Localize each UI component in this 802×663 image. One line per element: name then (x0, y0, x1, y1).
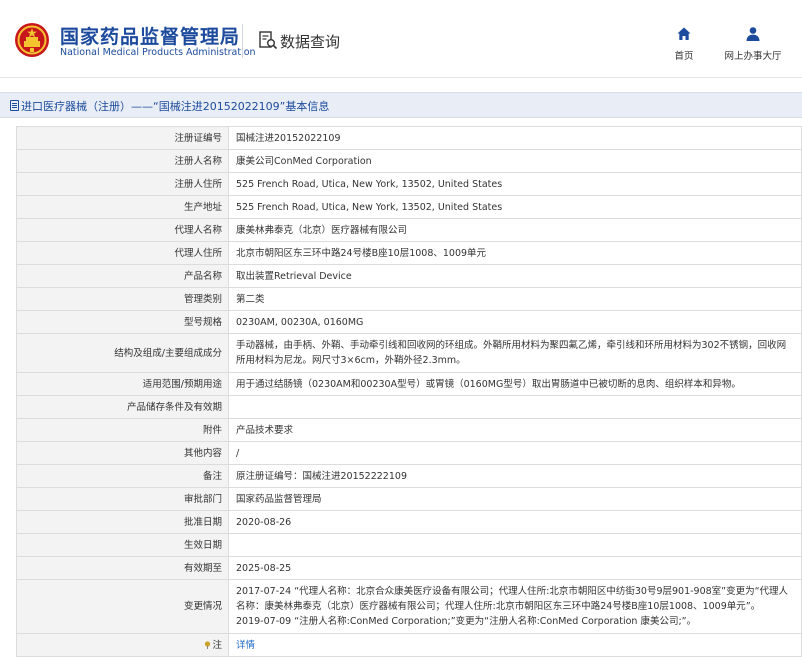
field-label: 变更情况 (16, 579, 229, 634)
field-label: 注册人住所 (16, 172, 229, 196)
field-label: 注册证编号 (16, 126, 229, 150)
table-row: 注 详情 (16, 633, 802, 657)
pin-icon (205, 640, 211, 649)
note-value: 详情 (228, 633, 802, 657)
field-value (228, 533, 802, 557)
field-label: 有效期至 (16, 556, 229, 580)
field-value: 2017-07-24 “代理人名称：北京合众康美医疗设备有限公司；代理人住所:北… (228, 579, 802, 634)
field-label: 生产地址 (16, 195, 229, 219)
nav-home-link[interactable]: 首页 (666, 26, 702, 62)
field-label: 批准日期 (16, 510, 229, 534)
table-row: 适用范围/预期用途 用于通过结肠镜（0230AM和00230A型号）或胃镜（01… (16, 372, 802, 396)
field-label: 结构及组成/主要组成成分 (16, 333, 229, 373)
field-label: 其他内容 (16, 441, 229, 465)
nav-online-office-label: 网上办事大厅 (724, 51, 782, 62)
table-row: 变更情况 2017-07-24 “代理人名称：北京合众康美医疗设备有限公司；代理… (16, 579, 802, 634)
field-label: 管理类别 (16, 287, 229, 311)
field-value: 产品技术要求 (228, 418, 802, 442)
table-row: 注册证编号 国械注进20152022109 (16, 126, 802, 150)
field-value: 第二类 (228, 287, 802, 311)
table-row: 生效日期 (16, 533, 802, 557)
record-title-text: 进口医疗器械（注册）——“国械注进20152022109”基本信息 (21, 100, 330, 113)
table-row: 附件 产品技术要求 (16, 418, 802, 442)
table-row: 产品储存条件及有效期 (16, 395, 802, 419)
field-value: 取出装置Retrieval Device (228, 264, 802, 288)
header-divider (242, 24, 243, 58)
field-value: 用于通过结肠镜（0230AM和00230A型号）或胃镜（0160MG型号）取出胃… (228, 372, 802, 396)
site-header: 国家药品监督管理局 National Medical Products Admi… (0, 0, 802, 78)
table-row: 注册人住所 525 French Road, Utica, New York, … (16, 172, 802, 196)
field-value: 国家药品监督管理局 (228, 487, 802, 511)
field-value: 2020-08-26 (228, 510, 802, 534)
field-label: 代理人住所 (16, 241, 229, 265)
document-icon (10, 100, 19, 111)
note-label: 注 (16, 633, 229, 657)
field-value: 北京市朝阳区东三环中路24号楼B座10层1008、1009单元 (228, 241, 802, 265)
table-row: 其他内容 / (16, 441, 802, 465)
field-value: 康美林弗泰克（北京）医疗器械有限公司 (228, 218, 802, 242)
field-label: 产品名称 (16, 264, 229, 288)
national-emblem-icon (15, 23, 49, 57)
field-label: 附件 (16, 418, 229, 442)
table-row: 审批部门 国家药品监督管理局 (16, 487, 802, 511)
field-value: 手动器械，由手柄、外鞘、手动牵引线和回收网的环组成。外鞘所用材料为聚四氟乙烯，牵… (228, 333, 802, 373)
home-icon (677, 27, 691, 40)
field-value: / (228, 441, 802, 465)
table-row: 代理人住所 北京市朝阳区东三环中路24号楼B座10层1008、1009单元 (16, 241, 802, 265)
field-label: 代理人名称 (16, 218, 229, 242)
nav-online-office-link[interactable]: 网上办事大厅 (718, 26, 788, 62)
field-value: 原注册证编号：国械注进20152222109 (228, 464, 802, 488)
field-label: 适用范围/预期用途 (16, 372, 229, 396)
details-link[interactable]: 详情 (236, 640, 255, 651)
table-row: 备注 原注册证编号：国械注进20152222109 (16, 464, 802, 488)
site-title-cn: 国家药品监督管理局 (60, 26, 241, 48)
site-title-en: National Medical Products Administration (60, 47, 256, 58)
table-row: 批准日期 2020-08-26 (16, 510, 802, 534)
table-row: 结构及组成/主要组成成分 手动器械，由手柄、外鞘、手动牵引线和回收网的环组成。外… (16, 333, 802, 373)
table-row: 代理人名称 康美林弗泰克（北京）医疗器械有限公司 (16, 218, 802, 242)
field-value: 525 French Road, Utica, New York, 13502,… (228, 172, 802, 196)
field-label: 产品储存条件及有效期 (16, 395, 229, 419)
field-label: 型号规格 (16, 310, 229, 334)
table-row: 产品名称 取出装置Retrieval Device (16, 264, 802, 288)
record-title-bar: 进口医疗器械（注册）——“国械注进20152022109”基本信息 (0, 92, 802, 118)
table-row: 管理类别 第二类 (16, 287, 802, 311)
field-label: 备注 (16, 464, 229, 488)
field-label: 注册人名称 (16, 149, 229, 173)
table-row: 注册人名称 康美公司ConMed Corporation (16, 149, 802, 173)
field-value: 0230AM, 00230A, 0160MG (228, 310, 802, 334)
field-value (228, 395, 802, 419)
field-label: 生效日期 (16, 533, 229, 557)
field-label: 审批部门 (16, 487, 229, 511)
data-query-label: 数据查询 (280, 33, 341, 51)
data-query-icon (259, 31, 278, 50)
field-value: 国械注进20152022109 (228, 126, 802, 150)
table-row: 生产地址 525 French Road, Utica, New York, 1… (16, 195, 802, 219)
detail-table: 注册证编号 国械注进20152022109 注册人名称 康美公司ConMed C… (16, 126, 802, 657)
field-value: 2025-08-25 (228, 556, 802, 580)
nav-home-label: 首页 (674, 51, 694, 62)
record-title: 进口医疗器械（注册）——“国械注进20152022109”基本信息 (10, 98, 329, 114)
user-icon (746, 27, 760, 41)
table-row: 有效期至 2025-08-25 (16, 556, 802, 580)
field-value: 康美公司ConMed Corporation (228, 149, 802, 173)
field-value: 525 French Road, Utica, New York, 13502,… (228, 195, 802, 219)
table-row: 型号规格 0230AM, 00230A, 0160MG (16, 310, 802, 334)
